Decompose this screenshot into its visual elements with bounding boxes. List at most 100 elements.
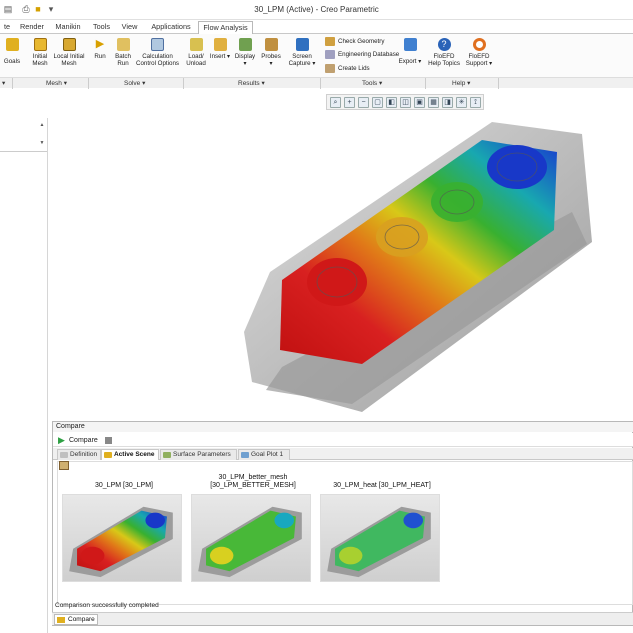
spin-center-icon[interactable]: ✳ (456, 97, 467, 108)
tab-manikin[interactable]: Manikin (50, 21, 86, 34)
screen-capture-button[interactable]: Screen Capture ▾ (288, 38, 316, 67)
red-cylinder (307, 258, 367, 306)
scene-icon (104, 452, 112, 458)
local-initial-mesh-button[interactable]: Local Initial Mesh (53, 38, 85, 67)
compare-panel-title: Compare (53, 422, 633, 432)
status-text: Comparison successfully completed (55, 602, 159, 609)
blue-cylinder (487, 145, 547, 189)
zoom-in-icon[interactable]: + (344, 97, 355, 108)
window-title: 30_LPM (Active) - Creo Parametric (254, 5, 379, 14)
tab-definition[interactable]: Definition (57, 449, 101, 460)
scene-label: 30_LPM_heat [30_LPM_HEAT] (333, 482, 431, 489)
bottom-tab-bar: Compare (52, 612, 633, 625)
support-lifebuoy-icon (472, 38, 486, 51)
play-icon: ▶ (58, 435, 65, 445)
tab-applications[interactable]: Applications (146, 21, 196, 34)
title-bar: ▤ ⎙ ■ ▾ 30_LPM (Active) - Creo Parametri… (0, 0, 633, 20)
green-cylinder (431, 182, 483, 222)
group-mesh[interactable]: Mesh ▾ (46, 79, 67, 87)
scene-comparison-area: 30_LPM [30_LPM] 30_LPM_better_mesh [30_L… (57, 461, 633, 605)
scroll-down-icon[interactable]: ▼ (38, 138, 46, 148)
compare-panel: Compare ▶ Compare Definition Active Scen… (52, 421, 633, 626)
orange-cylinder (376, 217, 428, 257)
batch-run-icon (116, 38, 130, 51)
group-arrow-icon[interactable]: ▾ (2, 79, 5, 87)
engineering-database-icon (325, 50, 335, 59)
tab-active-scene[interactable]: Active Scene (101, 449, 159, 460)
floefd-help-topics-button[interactable]: ? FloEFD Help Topics (427, 38, 461, 67)
model-tree[interactable]: ▲ ▼ (0, 118, 47, 152)
orient-icon[interactable]: ◧ (386, 97, 397, 108)
group-solve[interactable]: Solve ▾ (124, 79, 145, 87)
zoom-out-icon[interactable]: − (358, 97, 369, 108)
scene-label: 30_LPM_better_mesh [30_LPM_BETTER_MESH] (210, 474, 296, 489)
definition-icon (60, 452, 68, 458)
scene-thumbnail (62, 494, 182, 582)
run-icon: ▶ (95, 38, 105, 50)
tab-te[interactable]: te (0, 21, 14, 34)
floefd-support-button[interactable]: FloEFD Support ▾ (462, 38, 496, 67)
export-images-icon[interactable] (59, 461, 69, 470)
tab-goal-plot[interactable]: Goal Plot 1 (238, 449, 290, 460)
scene-card[interactable]: 30_LPM [30_LPM] (62, 470, 186, 582)
export-icon (403, 38, 417, 51)
graphics-toolbar: ⌕ + − ▢ ◧ ◫ ▣ ▦ ◨ ✳ ⟟ (326, 94, 484, 110)
export-button[interactable]: Export ▾ (398, 38, 422, 65)
scene-thumbnail (191, 494, 311, 582)
probes-icon (264, 38, 278, 51)
scene-card[interactable]: 30_LPM_better_mesh [30_LPM_BETTER_MESH] (191, 470, 315, 582)
local-mesh-icon (62, 38, 76, 51)
group-tools[interactable]: Tools ▾ (362, 79, 382, 87)
bottom-tab-compare[interactable]: Compare (54, 614, 98, 625)
calculation-icon (151, 38, 164, 51)
engineering-database-button[interactable]: Engineering Database (325, 49, 399, 60)
ribbon-group-bar: ▾ Mesh ▾ Solve ▾ Results ▾ Tools ▾ Help … (0, 77, 633, 89)
display-icon (238, 38, 252, 51)
goals-icon (5, 38, 19, 51)
check-geometry-button[interactable]: Check Geometry (325, 36, 384, 47)
surface-parameters-icon (163, 452, 171, 458)
ribbon-tab-bar: te Render Manikin Tools View Application… (0, 20, 633, 35)
display-style-icon[interactable]: ▣ (414, 97, 425, 108)
help-icon: ? (437, 38, 451, 51)
refit-icon[interactable]: ⌕ (330, 97, 341, 108)
scene-thumbnail (320, 494, 440, 582)
compare-tab-icon (57, 617, 65, 623)
compare-tab-bar: Definition Active Scene Surface Paramete… (53, 448, 633, 468)
insert-icon (213, 38, 227, 51)
probes-button[interactable]: Probes ▾ (259, 38, 283, 67)
group-help[interactable]: Help ▾ (452, 79, 470, 87)
screen-capture-icon (295, 38, 309, 51)
datum-display-icon[interactable]: ◨ (442, 97, 453, 108)
tab-surface-parameters[interactable]: Surface Parameters 1 (160, 449, 237, 468)
goals-button[interactable]: Goals (0, 38, 24, 65)
load-unload-button[interactable]: Load/ Unload (184, 38, 208, 67)
stop-icon[interactable] (105, 437, 112, 444)
batch-run-button[interactable]: Batch Run (112, 38, 134, 67)
check-geometry-icon (325, 37, 335, 46)
tab-render[interactable]: Render (16, 21, 48, 34)
calculation-control-options-button[interactable]: Calculation Control Options (135, 38, 180, 67)
initial-mesh-icon (33, 38, 47, 51)
tab-flow-analysis[interactable]: Flow Analysis (198, 21, 253, 35)
compare-toolbar: ▶ Compare (53, 433, 633, 447)
create-lids-button[interactable]: Create Lids (325, 63, 370, 74)
display-button[interactable]: Display ▾ (233, 38, 257, 67)
insert-button[interactable]: Insert ▾ (208, 38, 232, 60)
tab-tools[interactable]: Tools (89, 21, 114, 34)
repaint-icon[interactable]: ▢ (372, 97, 383, 108)
model-tree-panel: ▲ ▼ (0, 118, 48, 633)
engine-block-model[interactable] (242, 112, 602, 417)
scene-label: 30_LPM [30_LPM] (95, 482, 153, 489)
initial-mesh-button[interactable]: Initial Mesh (28, 38, 52, 67)
scroll-up-icon[interactable]: ▲ (38, 120, 46, 130)
group-results[interactable]: Results ▾ (238, 79, 265, 87)
run-button[interactable]: ▶ Run (90, 38, 110, 60)
saved-views-icon[interactable]: ◫ (400, 97, 411, 108)
scene-card[interactable]: 30_LPM_heat [30_LPM_HEAT] (320, 470, 444, 582)
annotation-display-icon[interactable]: ⟟ (470, 97, 481, 108)
tab-view[interactable]: View (117, 21, 142, 34)
goal-plot-icon (241, 452, 249, 458)
view-manager-icon[interactable]: ▦ (428, 97, 439, 108)
create-lids-icon (325, 64, 335, 73)
